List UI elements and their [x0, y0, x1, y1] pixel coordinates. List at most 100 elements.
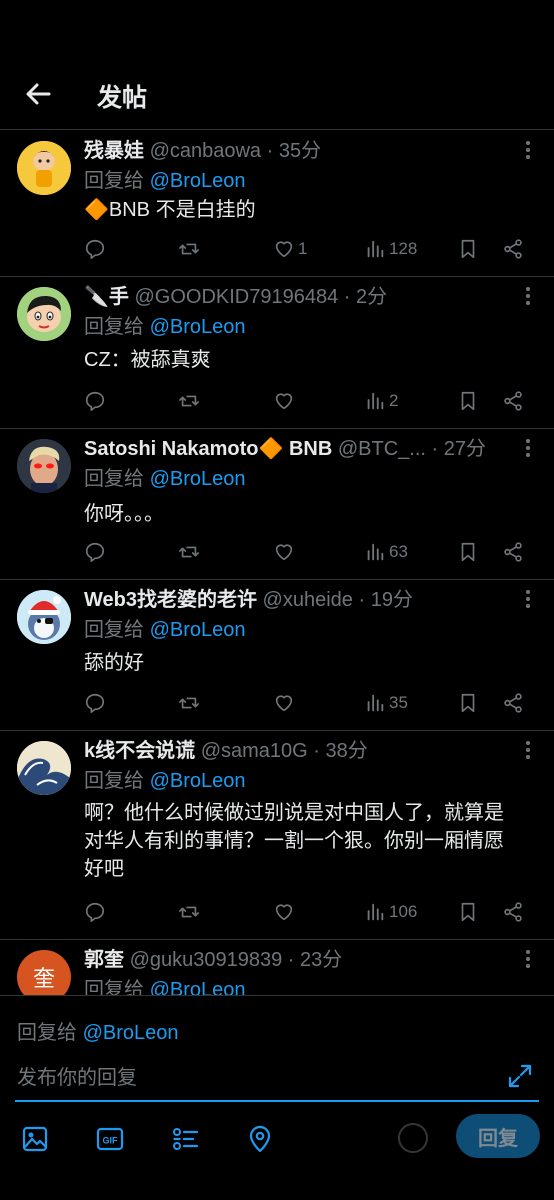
post-time: · 19分	[358, 589, 413, 611]
author-handle[interactable]: @canbaowa	[150, 140, 261, 162]
share-action[interactable]	[502, 897, 524, 927]
avatar[interactable]	[17, 590, 71, 644]
reply-post[interactable]: Web3找老婆的老许 @xuheide · 19分 回复给 @BroLeon 舔…	[0, 580, 554, 731]
like-action[interactable]	[273, 688, 298, 718]
avatar[interactable]	[17, 141, 71, 195]
reply-post[interactable]: 🔪手 @GOODKID79196484 · 2分 回复给 @BroLeon CZ…	[0, 277, 554, 429]
post-text-line: 好吧	[84, 858, 124, 880]
author-name[interactable]: k线不会说谎	[84, 740, 195, 762]
like-action[interactable]	[273, 386, 298, 416]
composer-mention[interactable]: @BroLeon	[83, 1022, 179, 1044]
reply-icon	[85, 542, 105, 562]
view-count: 128	[389, 239, 418, 258]
mention-link[interactable]: @BroLeon	[150, 468, 246, 490]
reply-action[interactable]	[84, 897, 106, 927]
retweet-action[interactable]	[178, 234, 200, 264]
share-icon	[504, 391, 522, 411]
more-icon[interactable]	[524, 285, 532, 307]
views-action[interactable]: 2	[364, 386, 398, 416]
bookmark-action[interactable]	[457, 897, 479, 927]
views-icon	[367, 543, 384, 561]
gif-icon[interactable]: GIF	[95, 1124, 125, 1154]
views-action[interactable]: 106	[364, 897, 417, 927]
share-action[interactable]	[502, 386, 524, 416]
back-arrow-icon[interactable]	[22, 78, 54, 110]
mention-link[interactable]: @BroLeon	[150, 770, 246, 792]
more-icon[interactable]	[524, 739, 532, 761]
bookmark-action[interactable]	[457, 688, 479, 718]
reply-input[interactable]	[17, 1060, 497, 1096]
author-name[interactable]: 🔪手	[84, 286, 129, 308]
post-text: 🔶BNB 不是白挂的	[84, 199, 256, 221]
heart-icon	[275, 695, 293, 712]
author-handle[interactable]: @guku30919839	[130, 949, 283, 971]
image-icon[interactable]	[20, 1124, 50, 1154]
reply-post[interactable]: k线不会说谎 @sama10G · 38分 回复给 @BroLeon 啊？他什么…	[0, 731, 554, 940]
retweet-icon	[179, 906, 199, 918]
author-name[interactable]: 残暴娃	[84, 140, 144, 162]
author-name[interactable]: 郭奎	[84, 949, 124, 971]
bookmark-action[interactable]	[457, 386, 479, 416]
more-icon[interactable]	[524, 437, 532, 459]
post-header: k线不会说谎 @sama10G · 38分	[84, 737, 514, 765]
post-text: 舔的好	[84, 652, 144, 674]
retweet-action[interactable]	[178, 537, 200, 567]
reply-feed[interactable]: 残暴娃 @canbaowa · 35分 回复给 @BroLeon 🔶BNB 不是…	[0, 131, 554, 995]
replying-to-label: 回复给	[84, 770, 144, 792]
author-handle[interactable]: @sama10G	[201, 740, 308, 762]
mention-link[interactable]: @BroLeon	[150, 170, 246, 192]
reply-post[interactable]: 残暴娃 @canbaowa · 35分 回复给 @BroLeon 🔶BNB 不是…	[0, 131, 554, 277]
reply-icon	[85, 391, 105, 411]
more-icon[interactable]	[524, 588, 532, 610]
author-handle[interactable]: @BTC_...	[338, 438, 426, 460]
like-action[interactable]	[273, 897, 298, 927]
bookmark-action[interactable]	[457, 537, 479, 567]
mention-link[interactable]: @BroLeon	[150, 619, 246, 641]
share-action[interactable]	[502, 537, 524, 567]
reply-action[interactable]	[84, 688, 106, 718]
share-action[interactable]	[502, 234, 524, 264]
heart-icon	[275, 904, 293, 921]
top-bar: 发帖	[0, 0, 554, 130]
post-header: Satoshi Nakamoto🔶 BNB @BTC_... · 27分	[84, 435, 514, 463]
author-name[interactable]: Web3找老婆的老许	[84, 589, 257, 611]
poll-icon[interactable]	[170, 1124, 200, 1154]
reply-icon	[85, 239, 105, 259]
reply-action[interactable]	[84, 537, 106, 567]
author-name[interactable]: Satoshi Nakamoto🔶 BNB	[84, 438, 332, 460]
views-action[interactable]: 128	[364, 234, 417, 264]
location-icon[interactable]	[245, 1124, 275, 1154]
reply-post[interactable]: 奎 郭奎 @guku30919839 · 23分 回复给 @BroLeon	[0, 940, 554, 995]
action-bar: 106	[84, 897, 534, 927]
reply-button[interactable]: 回复	[456, 1114, 540, 1158]
like-action[interactable]	[273, 537, 298, 567]
like-action[interactable]: 1	[273, 234, 307, 264]
more-icon[interactable]	[524, 139, 532, 161]
reply-action[interactable]	[84, 386, 106, 416]
bookmark-action[interactable]	[457, 234, 479, 264]
retweet-action[interactable]	[178, 897, 200, 927]
reply-post[interactable]: Satoshi Nakamoto🔶 BNB @BTC_... · 27分 回复给…	[0, 429, 554, 580]
share-icon	[504, 693, 522, 713]
avatar[interactable]	[17, 439, 71, 493]
avatar[interactable]	[17, 741, 71, 795]
author-handle[interactable]: @xuheide	[263, 589, 353, 611]
author-handle[interactable]: @GOODKID79196484	[134, 286, 338, 308]
post-time: · 23分	[287, 949, 343, 971]
mention-link[interactable]: @BroLeon	[150, 979, 246, 995]
post-text: 你呀。。。	[84, 503, 164, 525]
mention-link[interactable]: @BroLeon	[150, 316, 246, 338]
retweet-action[interactable]	[178, 688, 200, 718]
avatar[interactable]	[17, 287, 71, 341]
view-count: 2	[389, 391, 399, 410]
post-header: Web3找老婆的老许 @xuheide · 19分	[84, 586, 514, 614]
more-icon[interactable]	[524, 948, 532, 970]
expand-icon[interactable]	[506, 1062, 534, 1090]
views-action[interactable]: 35	[364, 688, 408, 718]
views-action[interactable]: 63	[364, 537, 408, 567]
retweet-action[interactable]	[178, 386, 200, 416]
avatar[interactable]: 奎	[17, 950, 71, 995]
share-action[interactable]	[502, 688, 524, 718]
reply-action[interactable]	[84, 234, 106, 264]
post-header: 🔪手 @GOODKID79196484 · 2分	[84, 283, 514, 311]
